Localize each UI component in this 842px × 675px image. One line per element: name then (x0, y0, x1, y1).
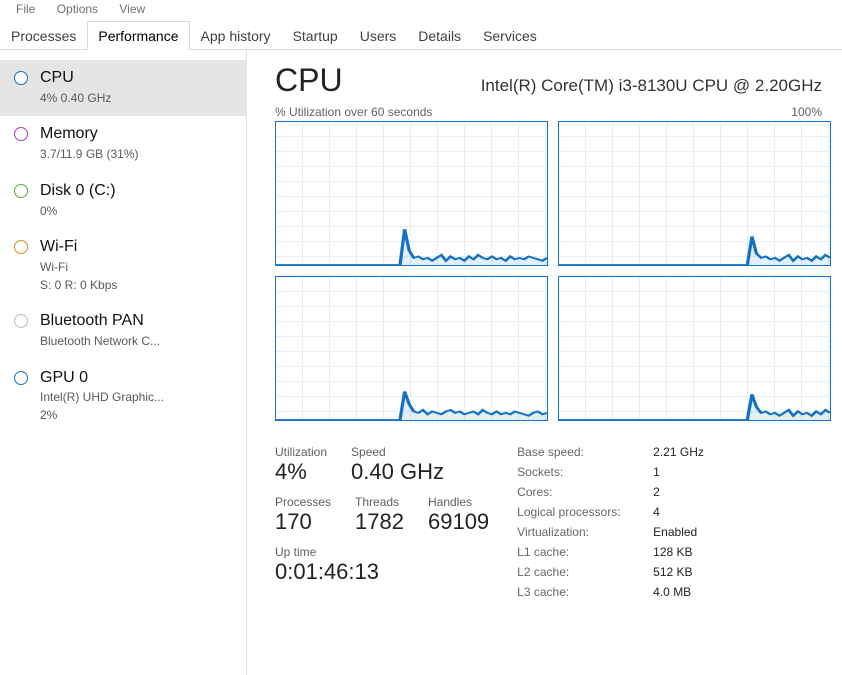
stat-speed-label: Speed (351, 445, 444, 459)
sysinfo-value: 128 KB (653, 545, 743, 559)
sidebar-item-gpu0[interactable]: GPU 0Intel(R) UHD Graphic... 2% (0, 360, 246, 434)
tabstrip: ProcessesPerformanceApp historyStartupUs… (0, 20, 842, 50)
sidebar-item-wifi[interactable]: Wi-Fi Wi-Fi S: 0 R: 0 Kbps (0, 229, 246, 303)
content-panel: CPU Intel(R) Core(TM) i3-8130U CPU @ 2.2… (247, 50, 842, 675)
cpu-chart-lp1 (558, 121, 831, 266)
tab-app-history[interactable]: App history (190, 21, 282, 50)
tab-startup[interactable]: Startup (282, 21, 349, 50)
stat-uptime-value: 0:01:46:13 (275, 559, 489, 585)
sidebar-item-sub2: S: 0 R: 0 Kbps (40, 278, 117, 294)
stat-utilization-label: Utilization (275, 445, 327, 459)
stat-threads-label: Threads (355, 495, 404, 509)
sidebar-item-title: Bluetooth PAN (40, 311, 160, 332)
sidebar-item-bluetooth[interactable]: Bluetooth PAN Bluetooth Network C... (0, 303, 246, 359)
sysinfo-value: 1 (653, 465, 743, 479)
menu-file[interactable]: File (16, 2, 35, 16)
sysinfo-label: L3 cache: (517, 585, 647, 599)
cpu-chart-lp2 (275, 276, 548, 421)
sidebar-item-title: Disk 0 (C:) (40, 181, 116, 202)
sysinfo-value: 4 (653, 505, 743, 519)
sysinfo-label: L1 cache: (517, 545, 647, 559)
sidebar-item-memory[interactable]: Memory 3.7/11.9 GB (31%) (0, 116, 246, 172)
tab-performance[interactable]: Performance (87, 21, 189, 50)
sidebar-item-sub: Wi-Fi (40, 260, 117, 276)
sysinfo-value: 512 KB (653, 565, 743, 579)
bluetooth-ring-icon (14, 314, 28, 328)
cpu-chart-grid (275, 121, 831, 421)
sysinfo-label: Sockets: (517, 465, 647, 479)
sysinfo-label: Virtualization: (517, 525, 647, 539)
sidebar-item-sub: 4% 0.40 GHz (40, 91, 111, 107)
sysinfo-value: 4.0 MB (653, 585, 743, 599)
menubar: File Options View (0, 0, 842, 20)
sidebar-item-sub: 0% (40, 204, 116, 220)
cpu-model: Intel(R) Core(TM) i3-8130U CPU @ 2.20GHz (481, 76, 822, 96)
cpu-chart-lp3 (558, 276, 831, 421)
gpu0-ring-icon (14, 371, 28, 385)
sysinfo-label: Cores: (517, 485, 647, 499)
sidebar-item-disk0[interactable]: Disk 0 (C:) 0% (0, 173, 246, 229)
stat-threads-value: 1782 (355, 509, 404, 535)
stat-uptime-label: Up time (275, 545, 489, 559)
tab-processes[interactable]: Processes (0, 21, 87, 50)
sidebar-item-sub: Intel(R) UHD Graphic... (40, 390, 164, 406)
stat-utilization: Utilization 4% (275, 445, 327, 485)
page-title: CPU (275, 62, 343, 99)
sidebar-item-cpu[interactable]: CPU 4% 0.40 GHz (0, 60, 246, 116)
stat-handles-label: Handles (428, 495, 489, 509)
menu-options[interactable]: Options (57, 2, 98, 16)
chart-caption-right: 100% (791, 105, 822, 119)
stat-handles-value: 69109 (428, 509, 489, 535)
sysinfo-value: Enabled (653, 525, 743, 539)
sidebar-item-sub: 3.7/11.9 GB (31%) (40, 147, 139, 163)
cpu-chart-lp0 (275, 121, 548, 266)
sysinfo-value: 2 (653, 485, 743, 499)
stat-processes: Processes 170 (275, 495, 331, 535)
tab-users[interactable]: Users (349, 21, 408, 50)
stat-speed: Speed 0.40 GHz (351, 445, 444, 485)
chart-caption-left: % Utilization over 60 seconds (275, 105, 432, 119)
stat-handles: Handles 69109 (428, 495, 489, 535)
stat-threads: Threads 1782 (355, 495, 404, 535)
sidebar-item-sub2: 2% (40, 408, 164, 424)
stat-utilization-value: 4% (275, 459, 327, 485)
sidebar-item-sub: Bluetooth Network C... (40, 334, 160, 350)
sysinfo-label: L2 cache: (517, 565, 647, 579)
sidebar: CPU 4% 0.40 GHz Memory 3.7/11.9 GB (31%) Dis… (0, 50, 247, 675)
sidebar-item-title: GPU 0 (40, 368, 164, 389)
memory-ring-icon (14, 127, 28, 141)
tab-details[interactable]: Details (407, 21, 472, 50)
stat-processes-value: 170 (275, 509, 331, 535)
menu-view[interactable]: View (119, 2, 145, 16)
disk0-ring-icon (14, 184, 28, 198)
sidebar-item-title: Memory (40, 124, 139, 145)
tab-services[interactable]: Services (472, 21, 548, 50)
sysinfo-label: Logical processors: (517, 505, 647, 519)
sidebar-item-title: Wi-Fi (40, 237, 117, 258)
stat-processes-label: Processes (275, 495, 331, 509)
sidebar-item-title: CPU (40, 68, 111, 89)
sysinfo-value: 2.21 GHz (653, 445, 743, 459)
wifi-ring-icon (14, 240, 28, 254)
cpu-ring-icon (14, 71, 28, 85)
sysinfo-label: Base speed: (517, 445, 647, 459)
system-info-grid: Base speed: 2.21 GHz Sockets: 1 Cores: 2 Logic… (517, 445, 743, 599)
stat-speed-value: 0.40 GHz (351, 459, 444, 485)
